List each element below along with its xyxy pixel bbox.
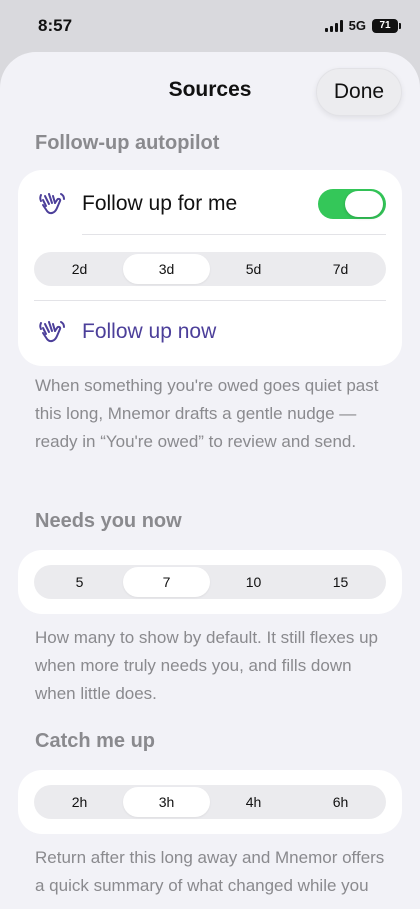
catchup-footnote: Return after this long away and Mnemor o…	[35, 848, 385, 909]
section-header-followup: Follow-up autopilot	[35, 132, 220, 154]
segment-option[interactable]: 4h	[210, 787, 297, 817]
battery-icon: 71	[372, 18, 401, 33]
follow-up-toggle[interactable]	[318, 189, 386, 219]
segment-option[interactable]: 15	[297, 567, 384, 597]
signal-icon	[324, 19, 343, 32]
toggle-knob	[345, 191, 383, 217]
needs-footnote: How many to show by default. It still fl…	[35, 628, 378, 703]
follow-up-for-me-label: Follow up for me	[82, 192, 238, 215]
followup-card: Follow up for me 2d 3d 5d 7d Follow up n…	[18, 170, 402, 366]
waving-hand-icon	[39, 193, 65, 215]
catchup-card: 2h 3h 4h 6h	[18, 770, 402, 834]
segment-option[interactable]: 2d	[36, 254, 123, 284]
network-label: 5G	[348, 18, 366, 33]
segment-option[interactable]: 5d	[210, 254, 297, 284]
needs-card: 5 7 10 15	[18, 550, 402, 614]
section-header-needs: Needs you now	[35, 510, 182, 532]
waving-hand-icon	[39, 321, 65, 343]
segment-option-selected[interactable]: 7	[123, 567, 210, 597]
follow-up-now-row[interactable]: Follow up now	[18, 312, 402, 352]
status-bar: 8:57 5G 71	[0, 0, 420, 54]
segment-option[interactable]: 6h	[297, 787, 384, 817]
done-button[interactable]: Done	[316, 68, 402, 116]
status-time: 8:57	[38, 16, 73, 35]
sources-sheet: Sources Done Follow-up autopilot Follow …	[0, 52, 420, 909]
segment-option-selected[interactable]: 3d	[123, 254, 210, 284]
follow-up-for-me-row: Follow up for me	[18, 184, 402, 224]
status-indicators: 5G 71	[324, 18, 401, 33]
follow-up-now-button[interactable]: Follow up now	[82, 320, 216, 344]
divider	[82, 234, 386, 235]
segment-option-selected[interactable]: 3h	[123, 787, 210, 817]
segment-option[interactable]: 2h	[36, 787, 123, 817]
followup-footnote: When something you're owed goes quiet pa…	[35, 376, 379, 451]
segment-option[interactable]: 7d	[297, 254, 384, 284]
segment-option[interactable]: 5	[36, 567, 123, 597]
catchup-interval-segmented: 2h 3h 4h 6h	[34, 785, 386, 819]
segment-option[interactable]: 10	[210, 567, 297, 597]
divider	[34, 300, 386, 301]
battery-level: 71	[379, 20, 391, 31]
needs-count-segmented: 5 7 10 15	[34, 565, 386, 599]
followup-interval-segmented: 2d 3d 5d 7d	[34, 252, 386, 286]
section-header-catchup: Catch me up	[35, 730, 156, 752]
